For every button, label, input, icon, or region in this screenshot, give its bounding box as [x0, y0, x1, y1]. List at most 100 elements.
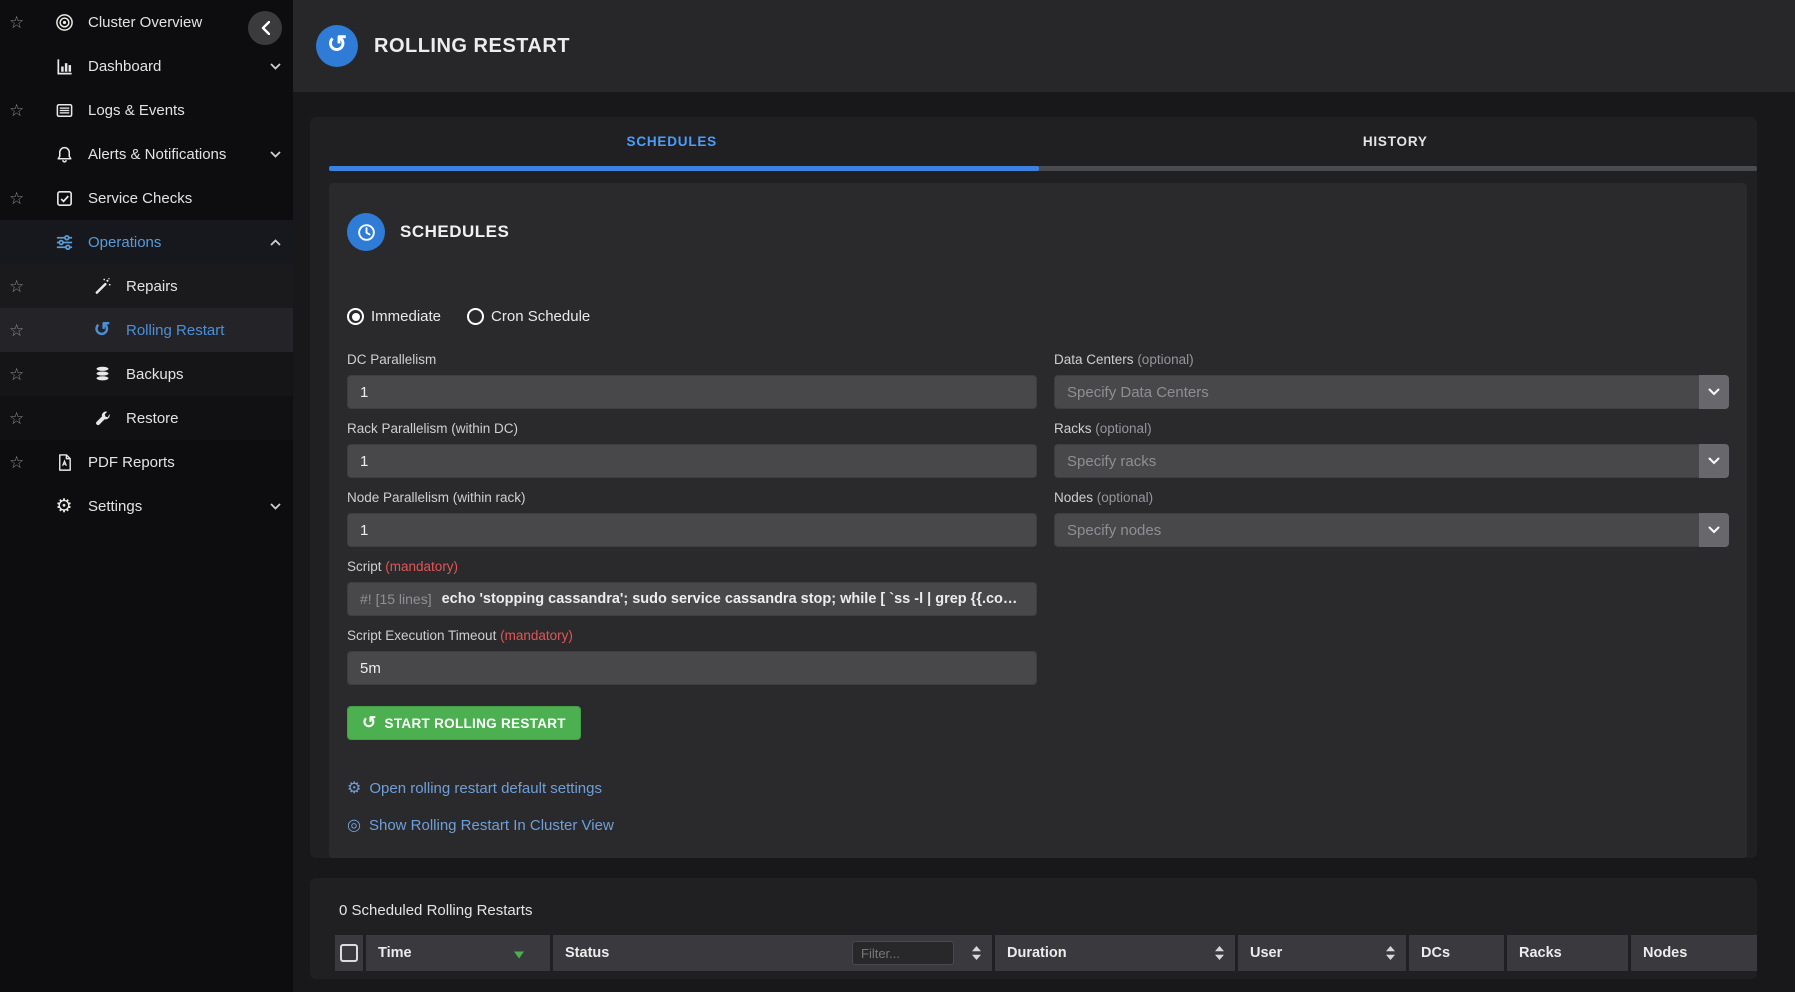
tab-schedules[interactable]: SCHEDULES — [310, 134, 1034, 149]
rotate-ccw-icon: ↺ — [362, 714, 377, 731]
script-lines-badge: #! [15 lines] — [360, 591, 432, 607]
form-left-column: DC Parallelism Rack Parallelism (within … — [347, 351, 1037, 834]
column-header-nodes[interactable]: Nodes — [1631, 935, 1757, 971]
column-header-status[interactable]: Status — [553, 935, 992, 971]
rack-parallelism-field: Rack Parallelism (within DC) — [347, 420, 1037, 478]
chevron-down-icon[interactable] — [1699, 444, 1729, 478]
database-icon — [84, 365, 120, 384]
sort-desc-icon[interactable] — [514, 951, 524, 958]
bell-icon — [46, 145, 82, 164]
chevron-down-icon[interactable] — [270, 503, 281, 510]
show-in-cluster-view-link[interactable]: ◎ Show Rolling Restart In Cluster View — [347, 817, 614, 834]
sort-icon[interactable] — [1214, 945, 1225, 961]
star-icon[interactable]: ☆ — [9, 410, 24, 427]
select-all-cell — [335, 935, 363, 971]
scheduled-restarts-section: 0 Scheduled Rolling Restarts Time Status — [310, 878, 1757, 979]
sidebar-item-dashboard[interactable]: Dashboard — [0, 44, 293, 88]
link-label: Open rolling restart default settings — [369, 780, 602, 797]
mandatory-tag: (mandatory) — [500, 628, 573, 643]
sidebar-item-settings[interactable]: ⚙ Settings — [0, 484, 293, 528]
main-content: ↺ ROLLING RESTART SCHEDULES HISTORY SCHE… — [293, 0, 1795, 992]
column-header-duration[interactable]: Duration — [995, 935, 1235, 971]
star-icon[interactable]: ☆ — [9, 278, 24, 295]
mandatory-tag: (mandatory) — [385, 559, 458, 574]
script-value: echo 'stopping cassandra'; sudo service … — [442, 591, 1024, 607]
select-all-checkbox[interactable] — [340, 944, 358, 962]
sidebar-item-pdf-reports[interactable]: ☆ PDF Reports — [0, 440, 293, 484]
script-input[interactable]: #! [15 lines] echo 'stopping cassandra';… — [347, 582, 1037, 616]
dc-parallelism-input[interactable] — [347, 375, 1037, 409]
scheduled-restarts-table-header: Time Status Duration — [335, 935, 1757, 971]
target-icon — [46, 13, 82, 32]
chevron-down-icon[interactable] — [270, 63, 281, 70]
node-parallelism-input[interactable] — [347, 513, 1037, 547]
tab-history[interactable]: HISTORY — [1034, 134, 1758, 149]
radio-label: Cron Schedule — [491, 308, 590, 325]
sidebar-item-logs-events[interactable]: ☆ Logs & Events — [0, 88, 293, 132]
star-icon[interactable]: ☆ — [9, 454, 24, 471]
target-icon: ◎ — [347, 818, 361, 834]
start-button-label: START ROLLING RESTART — [385, 716, 566, 731]
sidebar-item-alerts-notifications[interactable]: Alerts & Notifications — [0, 132, 293, 176]
node-parallelism-field: Node Parallelism (within rack) — [347, 489, 1037, 547]
script-timeout-input[interactable] — [347, 651, 1037, 685]
sidebar-item-backups[interactable]: ☆ Backups — [0, 352, 293, 396]
open-default-settings-link[interactable]: ⚙ Open rolling restart default settings — [347, 780, 602, 797]
chevron-down-icon[interactable] — [1699, 513, 1729, 547]
racks-field: Racks (optional) Specify racks — [1054, 420, 1729, 478]
nodes-select[interactable]: Specify nodes — [1054, 513, 1729, 547]
star-icon[interactable]: ☆ — [9, 366, 24, 383]
sidebar-item-label: Repairs — [126, 278, 178, 295]
column-header-racks[interactable]: Racks — [1507, 935, 1628, 971]
sidebar-item-restore[interactable]: ☆ Restore — [0, 396, 293, 440]
sort-icon[interactable] — [1385, 945, 1396, 961]
rack-parallelism-input[interactable] — [347, 444, 1037, 478]
status-filter-input[interactable] — [852, 941, 954, 965]
sort-icon[interactable] — [971, 945, 982, 961]
select-placeholder: Specify nodes — [1067, 522, 1161, 539]
radio-unselected-icon[interactable] — [467, 308, 484, 325]
check-square-icon — [46, 189, 82, 208]
chevron-up-icon[interactable] — [270, 239, 281, 246]
rolling-restart-icon: ↺ — [316, 25, 358, 67]
star-icon[interactable]: ☆ — [9, 14, 24, 31]
nodes-field: Nodes (optional) Specify nodes — [1054, 489, 1729, 547]
racks-select[interactable]: Specify racks — [1054, 444, 1729, 478]
column-header-time[interactable]: Time — [366, 935, 550, 971]
pdf-file-icon — [46, 453, 82, 472]
star-icon[interactable]: ☆ — [9, 190, 24, 207]
optional-tag: (optional) — [1097, 490, 1153, 505]
panel-links: ⚙ Open rolling restart default settings … — [347, 780, 1037, 834]
data-centers-select[interactable]: Specify Data Centers — [1054, 375, 1729, 409]
radio-immediate[interactable]: Immediate — [347, 308, 441, 325]
column-header-user[interactable]: User — [1238, 935, 1406, 971]
chevron-down-icon[interactable] — [270, 151, 281, 158]
scheduled-restarts-count: 0 Scheduled Rolling Restarts — [339, 902, 1757, 919]
sidebar-item-label: Cluster Overview — [88, 14, 202, 31]
select-placeholder: Specify racks — [1067, 453, 1156, 470]
star-icon[interactable]: ☆ — [9, 322, 24, 339]
sidebar-item-label: Logs & Events — [88, 102, 185, 119]
sidebar-item-label: Settings — [88, 498, 142, 515]
sidebar-item-rolling-restart[interactable]: ☆ ↺ Rolling Restart — [0, 308, 293, 352]
sidebar-item-repairs[interactable]: ☆ Repairs — [0, 264, 293, 308]
schedule-type-radios: Immediate Cron Schedule — [347, 308, 1729, 325]
dc-parallelism-field: DC Parallelism — [347, 351, 1037, 409]
radio-cron-schedule[interactable]: Cron Schedule — [467, 308, 590, 325]
radio-selected-icon[interactable] — [347, 308, 364, 325]
bar-chart-icon — [46, 57, 82, 76]
chevron-down-icon[interactable] — [1699, 375, 1729, 409]
column-label: Duration — [1007, 945, 1067, 961]
star-icon[interactable]: ☆ — [9, 102, 24, 119]
start-rolling-restart-button[interactable]: ↺ START ROLLING RESTART — [347, 706, 581, 740]
column-label: Status — [565, 945, 609, 961]
sidebar-item-operations[interactable]: Operations — [0, 220, 293, 264]
radio-label: Immediate — [371, 308, 441, 325]
sidebar-item-service-checks[interactable]: ☆ Service Checks — [0, 176, 293, 220]
sidebar-item-label: Service Checks — [88, 190, 192, 207]
sidebar-item-label: Alerts & Notifications — [88, 146, 226, 163]
section-header: SCHEDULES — [347, 213, 1729, 251]
sidebar-collapse-button[interactable] — [248, 11, 282, 45]
wrench-icon — [84, 409, 120, 428]
column-header-dcs[interactable]: DCs — [1409, 935, 1504, 971]
